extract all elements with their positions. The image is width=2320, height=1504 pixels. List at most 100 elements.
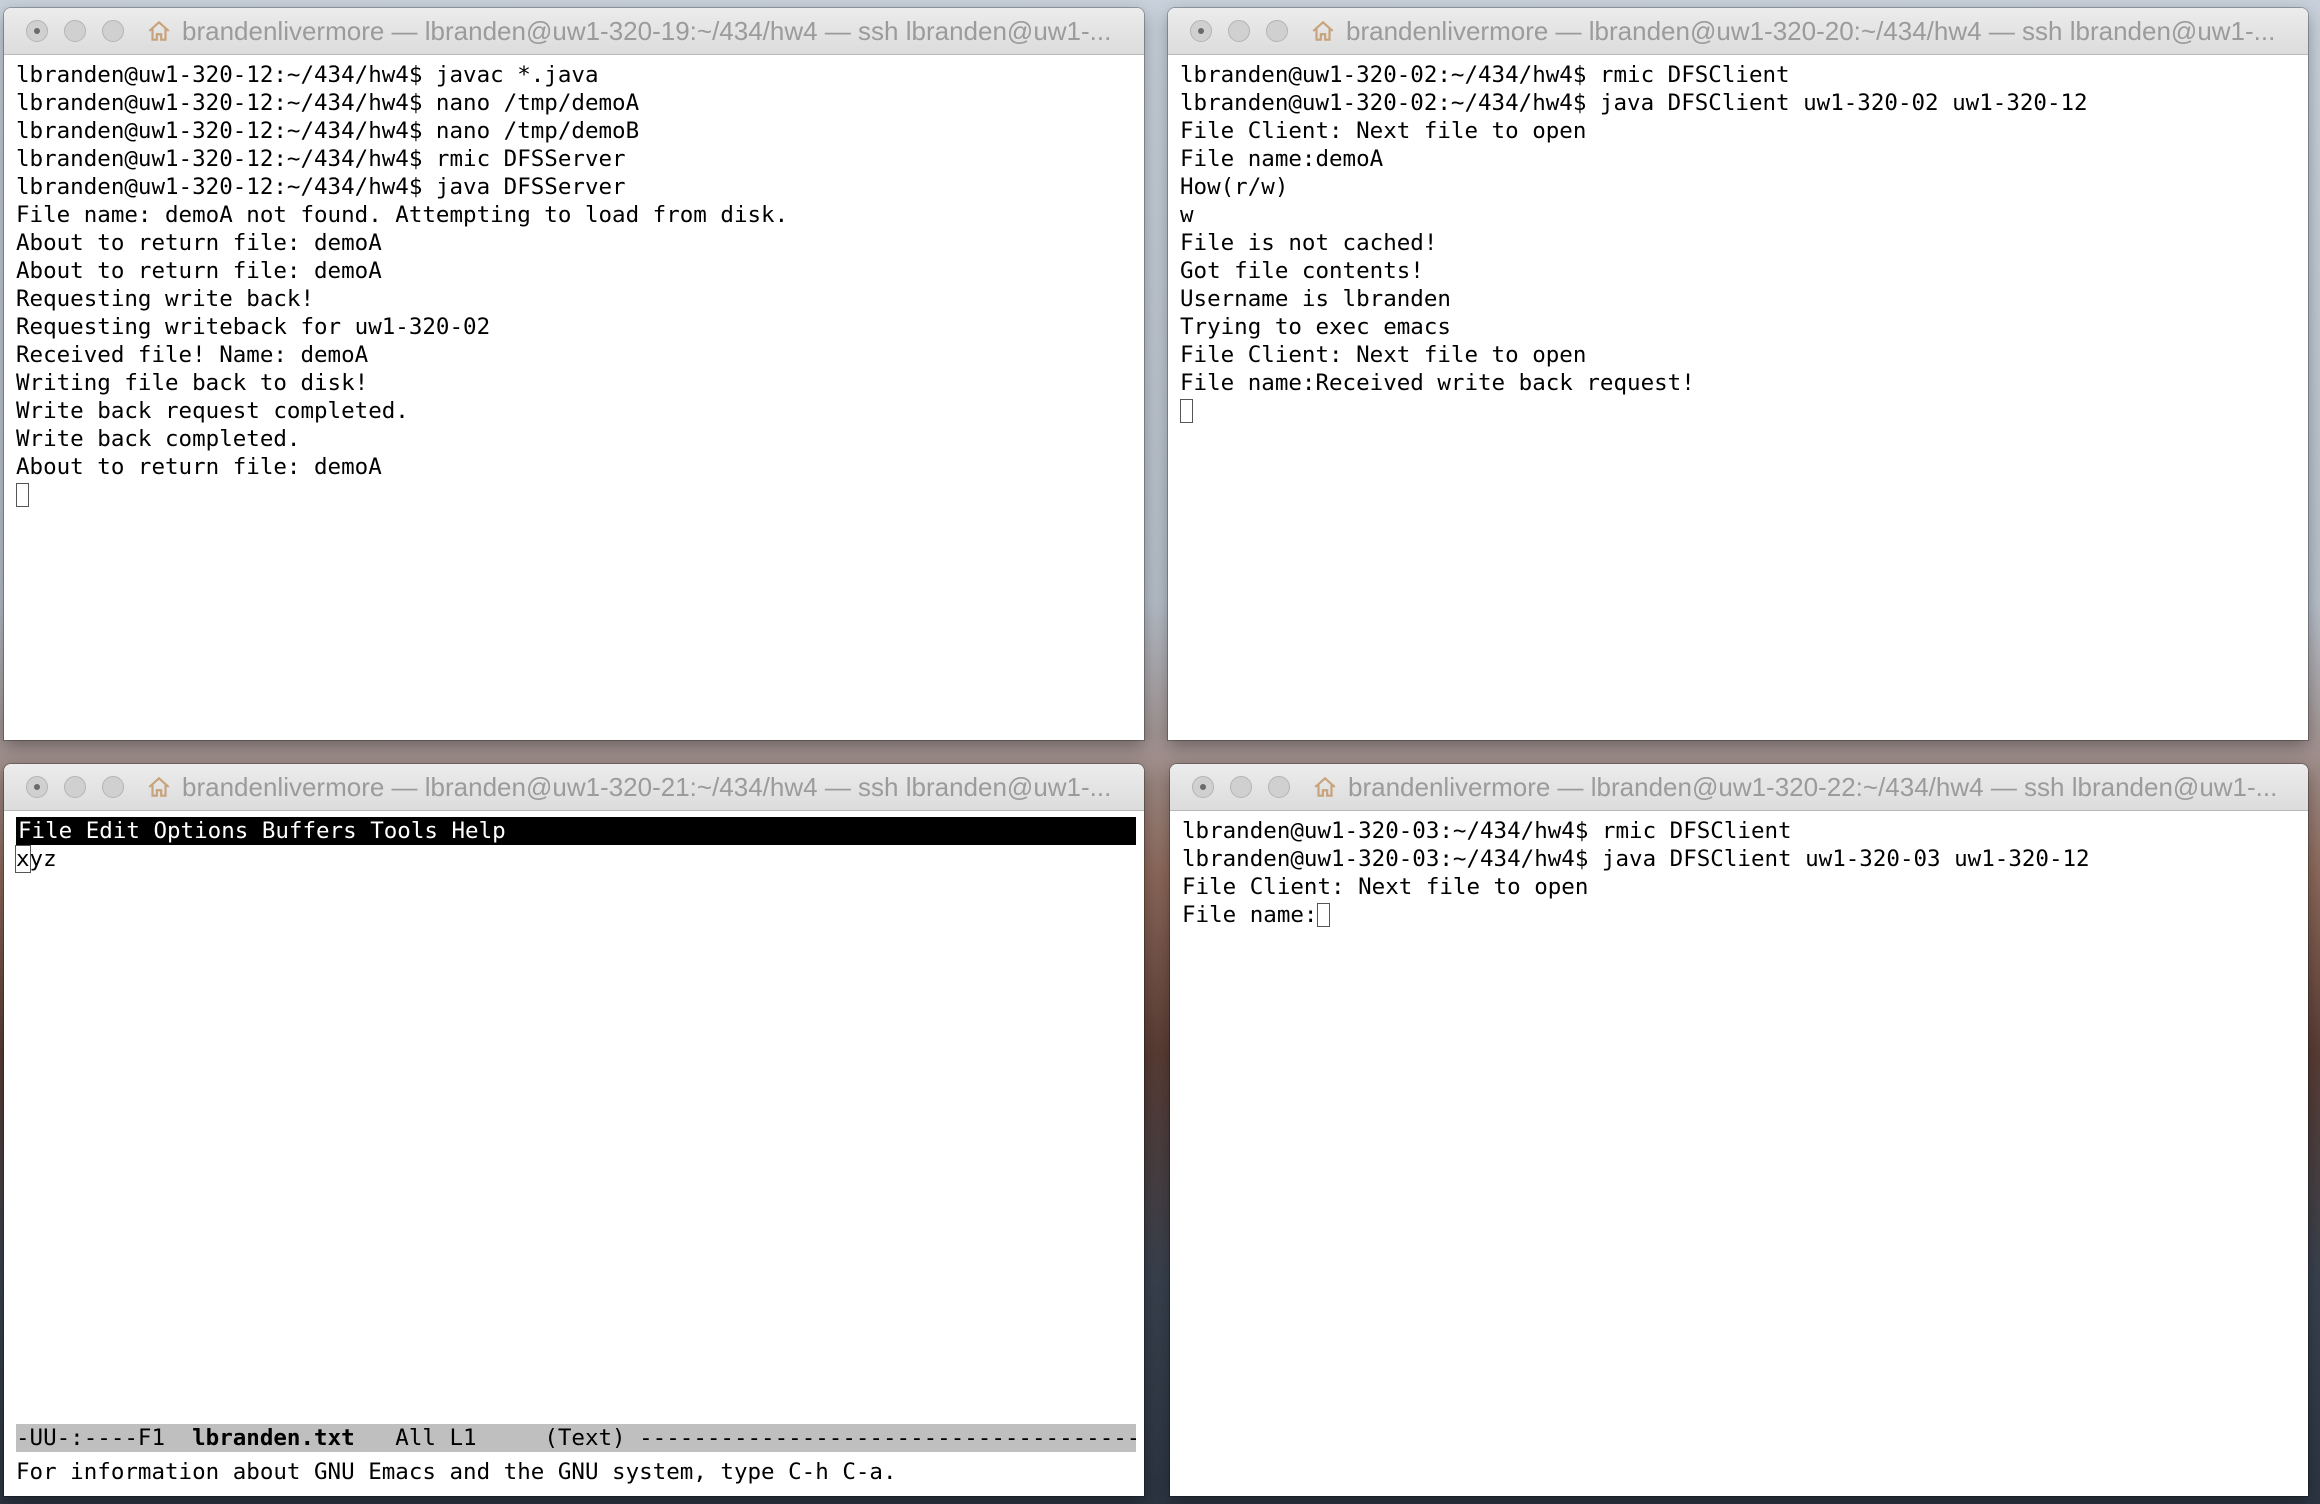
terminal-line-text: Trying to exec emacs [1180,314,1451,340]
terminal-window-client-1[interactable]: brandenlivermore — lbranden@uw1-320-20:~… [1168,8,2308,740]
terminal-line [16,481,1144,509]
terminal-line: File name:demoA [1180,145,2308,173]
terminal-line: Requesting write back! [16,285,1144,313]
terminal-window-emacs[interactable]: brandenlivermore — lbranden@uw1-320-21:~… [4,764,1144,1496]
terminal-line: lbranden@uw1-320-02:~/434/hw4$ rmic DFSC… [1180,61,2308,89]
terminal-line: File name:Received write back request! [1180,369,2308,397]
close-button[interactable] [26,776,48,798]
terminal-line: lbranden@uw1-320-02:~/434/hw4$ java DFSC… [1180,89,2308,117]
terminal-line: lbranden@uw1-320-12:~/434/hw4$ nano /tmp… [16,117,1144,145]
zoom-button[interactable] [102,20,124,42]
terminal-line: lbranden@uw1-320-12:~/434/hw4$ java DFSS… [16,173,1144,201]
home-icon [148,20,170,41]
window-titlebar[interactable]: brandenlivermore — lbranden@uw1-320-19:~… [4,8,1144,55]
terminal-line-text: lbranden@uw1-320-12:~/434/hw4$ nano /tmp… [16,118,640,144]
terminal-line-text: lbranden@uw1-320-03:~/434/hw4$ java DFSC… [1182,846,2090,872]
terminal-line: About to return file: demoA [16,453,1144,481]
window-titlebar[interactable]: brandenlivermore — lbranden@uw1-320-20:~… [1168,8,2308,55]
emacs-minibuffer[interactable]: For information about GNU Emacs and the … [16,1458,897,1486]
terminal-output[interactable]: lbranden@uw1-320-03:~/434/hw4$ rmic DFSC… [1170,811,2308,929]
emacs-mode-line: -UU-:----F1 lbranden.txt All L1 (Text) -… [16,1424,1136,1452]
terminal-line-text: Got file contents! [1180,258,1424,284]
terminal-line-text: Write back request completed. [16,398,409,424]
terminal-line-text: About to return file: demoA [16,230,382,256]
terminal-line: Write back request completed. [16,397,1144,425]
terminal-line: Requesting writeback for uw1-320-02 [16,313,1144,341]
buffer-text: yz [29,846,57,872]
minimize-button[interactable] [64,20,86,42]
minimize-button[interactable] [1228,20,1250,42]
terminal-line-text: File name: [1182,902,1318,928]
window-titlebar[interactable]: brandenlivermore — lbranden@uw1-320-21:~… [4,764,1144,811]
terminal-line-text: Requesting writeback for uw1-320-02 [16,314,491,340]
terminal-line-text: lbranden@uw1-320-12:~/434/hw4$ rmic DFSS… [16,146,626,172]
terminal-line [1180,397,2308,425]
terminal-output[interactable]: lbranden@uw1-320-02:~/434/hw4$ rmic DFSC… [1168,55,2308,425]
mode-line-buffer-name: lbranden.txt [192,1425,355,1451]
terminal-line-text: lbranden@uw1-320-12:~/434/hw4$ nano /tmp… [16,90,640,116]
window-title: brandenlivermore — lbranden@uw1-320-21:~… [182,771,1112,802]
terminal-line: Trying to exec emacs [1180,313,2308,341]
terminal-output[interactable]: lbranden@uw1-320-12:~/434/hw4$ javac *.j… [4,55,1144,509]
terminal-window-server[interactable]: brandenlivermore — lbranden@uw1-320-19:~… [4,8,1144,740]
terminal-line: Got file contents! [1180,257,2308,285]
terminal-line-text: File is not cached! [1180,230,1438,256]
home-icon [1312,20,1334,41]
close-button[interactable] [1192,776,1214,798]
terminal-line-text: How(r/w) [1180,174,1289,200]
terminal-line: Writing file back to disk! [16,369,1144,397]
terminal-line-text: About to return file: demoA [16,454,382,480]
close-button[interactable] [1190,20,1212,42]
terminal-line: Received file! Name: demoA [16,341,1144,369]
terminal-line-text: lbranden@uw1-320-12:~/434/hw4$ java DFSS… [16,174,626,200]
home-icon [1314,776,1336,797]
terminal-line: File name: demoA not found. Attempting t… [16,201,1144,229]
terminal-line: File Client: Next file to open [1180,117,2308,145]
home-icon [148,776,170,797]
terminal-line: About to return file: demoA [16,257,1144,285]
terminal-line-text: lbranden@uw1-320-03:~/434/hw4$ rmic DFSC… [1182,818,1792,844]
close-button[interactable] [26,20,48,42]
terminal-line: File name: [1182,901,2308,929]
terminal-line: File Client: Next file to open [1180,341,2308,369]
zoom-button[interactable] [1268,776,1290,798]
terminal-line: lbranden@uw1-320-03:~/434/hw4$ java DFSC… [1182,845,2308,873]
terminal-line-text: Username is lbranden [1180,286,1451,312]
window-title: brandenlivermore — lbranden@uw1-320-20:~… [1346,15,2276,46]
terminal-line-text: lbranden@uw1-320-12:~/434/hw4$ javac *.j… [16,62,599,88]
terminal-line: File is not cached! [1180,229,2308,257]
terminal-line-text: About to return file: demoA [16,258,382,284]
terminal-line-text: lbranden@uw1-320-02:~/434/hw4$ rmic DFSC… [1180,62,1790,88]
window-title: brandenlivermore — lbranden@uw1-320-22:~… [1348,771,2278,802]
terminal-window-client-2[interactable]: brandenlivermore — lbranden@uw1-320-22:~… [1170,764,2308,1496]
terminal-line: lbranden@uw1-320-12:~/434/hw4$ nano /tmp… [16,89,1144,117]
minimize-button[interactable] [64,776,86,798]
mode-line-status: -UU-:----F1 [16,1425,193,1451]
terminal-line-text: File Client: Next file to open [1180,118,1587,144]
terminal-line: About to return file: demoA [16,229,1144,257]
zoom-button[interactable] [1266,20,1288,42]
minimize-button[interactable] [1230,776,1252,798]
terminal-line-text: lbranden@uw1-320-02:~/434/hw4$ java DFSC… [1180,90,2088,116]
terminal-cursor [1180,399,1193,423]
window-titlebar[interactable]: brandenlivermore — lbranden@uw1-320-22:~… [1170,764,2308,811]
terminal-cursor [16,483,29,507]
terminal-line-text: Received file! Name: demoA [16,342,369,368]
terminal-line-text: File name:demoA [1180,146,1384,172]
terminal-line: File Client: Next file to open [1182,873,2308,901]
terminal-line: lbranden@uw1-320-03:~/434/hw4$ rmic DFSC… [1182,817,2308,845]
zoom-button[interactable] [102,776,124,798]
terminal-line-text: File Client: Next file to open [1182,874,1589,900]
terminal-line-text: Write back completed. [16,426,301,452]
emacs-menu-bar[interactable]: File Edit Options Buffers Tools Help [16,817,1136,845]
text-cursor: x [15,845,31,873]
terminal-line: Username is lbranden [1180,285,2308,313]
emacs-buffer[interactable]: xyz [4,845,1144,873]
terminal-line-text: Requesting write back! [16,286,315,312]
terminal-line: Write back completed. [16,425,1144,453]
terminal-line-text: File name:Received write back request! [1180,370,1695,396]
terminal-line-text: File name: demoA not found. Attempting t… [16,202,789,228]
terminal-line: How(r/w) [1180,173,2308,201]
terminal-line: w [1180,201,2308,229]
terminal-line: lbranden@uw1-320-12:~/434/hw4$ rmic DFSS… [16,145,1144,173]
